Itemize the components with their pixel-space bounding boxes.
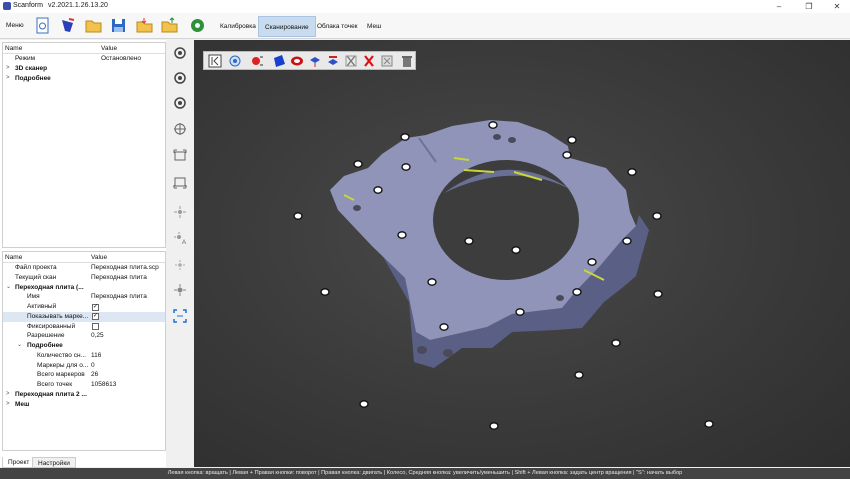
light-dim-icon[interactable] xyxy=(173,258,187,272)
3d-viewport[interactable] xyxy=(194,40,850,467)
menu-button[interactable]: Меню xyxy=(6,22,24,29)
light-a-icon[interactable]: A xyxy=(173,231,187,245)
export-folder-icon[interactable] xyxy=(161,17,178,34)
app-name: Scanform xyxy=(13,2,43,9)
tab-scanning[interactable]: Сканирование xyxy=(258,16,316,37)
save-icon[interactable] xyxy=(110,17,127,34)
expand-chevron-icon[interactable]: > xyxy=(6,64,10,74)
main-toolbar: Меню Калибровка Сканирование Облака точе… xyxy=(0,13,850,39)
expand-chevron-icon[interactable]: > xyxy=(6,74,10,84)
tree-row[interactable]: Фиксированный xyxy=(3,322,165,332)
center-target-icon[interactable] xyxy=(173,122,187,136)
scan-model-canvas[interactable] xyxy=(194,40,850,467)
expand-chevron-icon[interactable]: > xyxy=(6,390,10,400)
zoom-extents-icon[interactable] xyxy=(173,175,187,189)
show-markers-checkbox[interactable]: ✓ xyxy=(92,313,99,321)
settings-gear-icon[interactable] xyxy=(189,17,206,34)
tree-row[interactable]: ⌄ Подробнее xyxy=(3,341,165,351)
app-logo-icon xyxy=(3,2,11,10)
tree-row[interactable]: Разрешение 0,25 xyxy=(3,331,165,341)
column-value: Value xyxy=(101,45,118,52)
fixed-checkbox[interactable] xyxy=(92,323,99,330)
tab-point-clouds[interactable]: Облака точек xyxy=(311,16,364,37)
app-version: v2.2021.1.26.13.20 xyxy=(48,2,108,9)
center-hole xyxy=(433,160,579,280)
tab-calibration[interactable]: Калибровка xyxy=(214,16,262,37)
tree-row[interactable]: Всего маркеров 26 xyxy=(3,370,165,380)
light-icon[interactable] xyxy=(173,205,187,219)
rotate-view-icon[interactable] xyxy=(173,46,187,60)
column-value: Value xyxy=(91,254,108,261)
panel-tabs: Проект Настройки xyxy=(0,457,166,468)
tree-row[interactable]: Имя Переходная плита xyxy=(3,292,165,302)
expand-chevron-icon[interactable]: > xyxy=(6,400,10,410)
import-folder-icon[interactable] xyxy=(136,17,153,34)
fit-view-icon[interactable] xyxy=(173,149,187,163)
tree-row[interactable]: Показывать марке... ✓ xyxy=(3,311,165,322)
selection-mode-icon[interactable] xyxy=(173,309,187,323)
maximize-icon[interactable]: ❐ xyxy=(796,0,822,13)
tab-project[interactable]: Проект xyxy=(2,457,36,468)
view-tools-column: A xyxy=(166,40,194,467)
rotate-right-icon[interactable] xyxy=(173,96,187,110)
project-property-tree: Name Value Файл проекта Переходная плита… xyxy=(2,251,166,451)
tree-row[interactable]: Режим Остановлено xyxy=(3,54,165,64)
tree-row[interactable]: > Подробнее xyxy=(3,74,165,84)
open-folder-icon[interactable] xyxy=(85,17,102,34)
tree-row[interactable]: Маркеры для о... 0 xyxy=(3,361,165,371)
status-bar: Левая кнопка: вращать | Левая + Правая к… xyxy=(0,468,850,479)
tree-row[interactable]: > 3D сканер xyxy=(3,64,165,74)
minimize-icon[interactable]: – xyxy=(766,0,792,13)
tree-row[interactable]: Количество сн... 116 xyxy=(3,351,165,361)
tree-row[interactable]: Активный ✓ xyxy=(3,302,165,312)
scanner-icon[interactable] xyxy=(59,17,76,34)
tab-settings[interactable]: Настройки xyxy=(32,457,76,468)
new-project-icon[interactable] xyxy=(34,17,51,34)
collapse-chevron-icon[interactable]: ⌄ xyxy=(6,283,11,293)
tab-mesh[interactable]: Меш xyxy=(361,16,387,37)
close-icon[interactable]: ✕ xyxy=(824,0,850,13)
tree-header: Name Value xyxy=(3,43,165,54)
rotate-left-icon[interactable] xyxy=(173,71,187,85)
tree-row[interactable]: > Переходная плита 2 ... xyxy=(3,390,165,400)
light-bright-icon[interactable] xyxy=(173,283,187,297)
active-checkbox[interactable]: ✓ xyxy=(92,303,99,311)
left-panel: Name Value Режим Остановлено > 3D сканер… xyxy=(0,40,166,467)
column-name: Name xyxy=(5,45,23,52)
tree-row[interactable]: Файл проекта Переходная плита.scp xyxy=(3,263,165,273)
tree-row[interactable]: Всего точек 1058613 xyxy=(3,380,165,390)
tree-row[interactable]: ⌄ Переходная плита (... xyxy=(3,283,165,293)
tree-row[interactable]: > Меш xyxy=(3,400,165,410)
svg-text:A: A xyxy=(182,240,186,245)
tree-header: Name Value xyxy=(3,252,165,263)
column-name: Name xyxy=(5,254,23,261)
title-bar: Scanform v2.2021.1.26.13.20 – ❐ ✕ xyxy=(0,0,850,13)
collapse-chevron-icon[interactable]: ⌄ xyxy=(17,341,22,351)
tree-row[interactable]: Текущий скан Переходная плита xyxy=(3,273,165,283)
scanner-property-tree: Name Value Режим Остановлено > 3D сканер… xyxy=(2,42,166,248)
